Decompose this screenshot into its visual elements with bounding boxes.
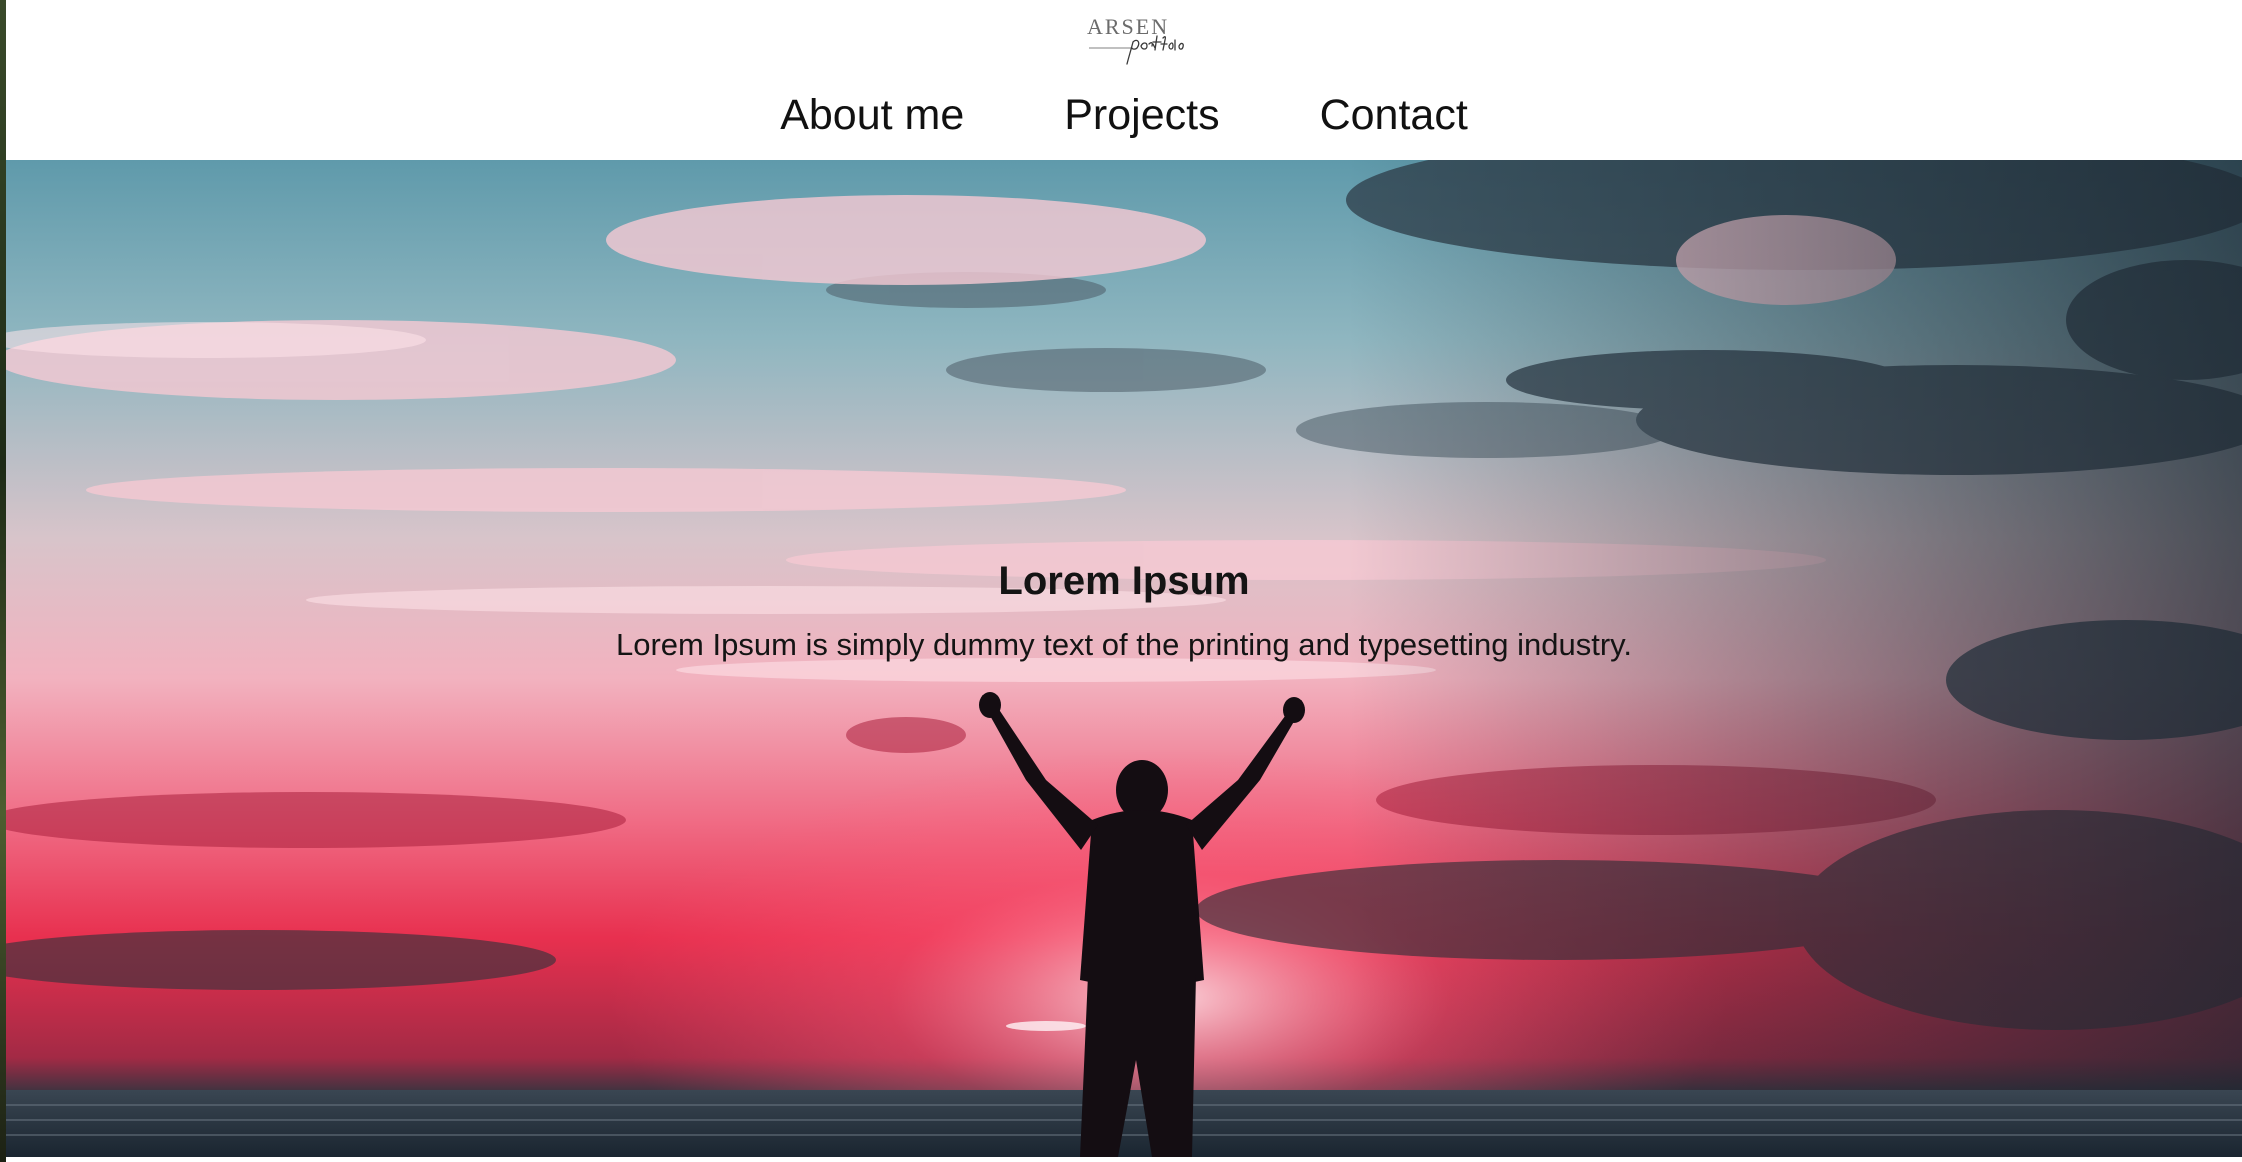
logo-script-icon (1089, 35, 1184, 65)
site-header: ARSEN About me Projects Contact (6, 0, 2242, 160)
hero-banner: Lorem Ipsum Lorem Ipsum is simply dummy … (6, 160, 2242, 1157)
hero-title: Lorem Ipsum (998, 559, 1250, 603)
nav-about-me[interactable]: About me (780, 88, 964, 142)
page: ARSEN About me Projects Contact Lorem Ip… (0, 0, 2242, 1162)
hero-description: Lorem Ipsum is simply dummy text of the … (616, 627, 1632, 662)
main-nav: About me Projects Contact (6, 88, 2242, 142)
nav-contact[interactable]: Contact (1320, 88, 1468, 142)
nav-projects[interactable]: Projects (1064, 88, 1219, 142)
page-bottom-edge (6, 1157, 2242, 1162)
site-logo[interactable]: ARSEN (1085, 12, 1187, 70)
hero-text-block: Lorem Ipsum Lorem Ipsum is simply dummy … (6, 555, 2242, 665)
